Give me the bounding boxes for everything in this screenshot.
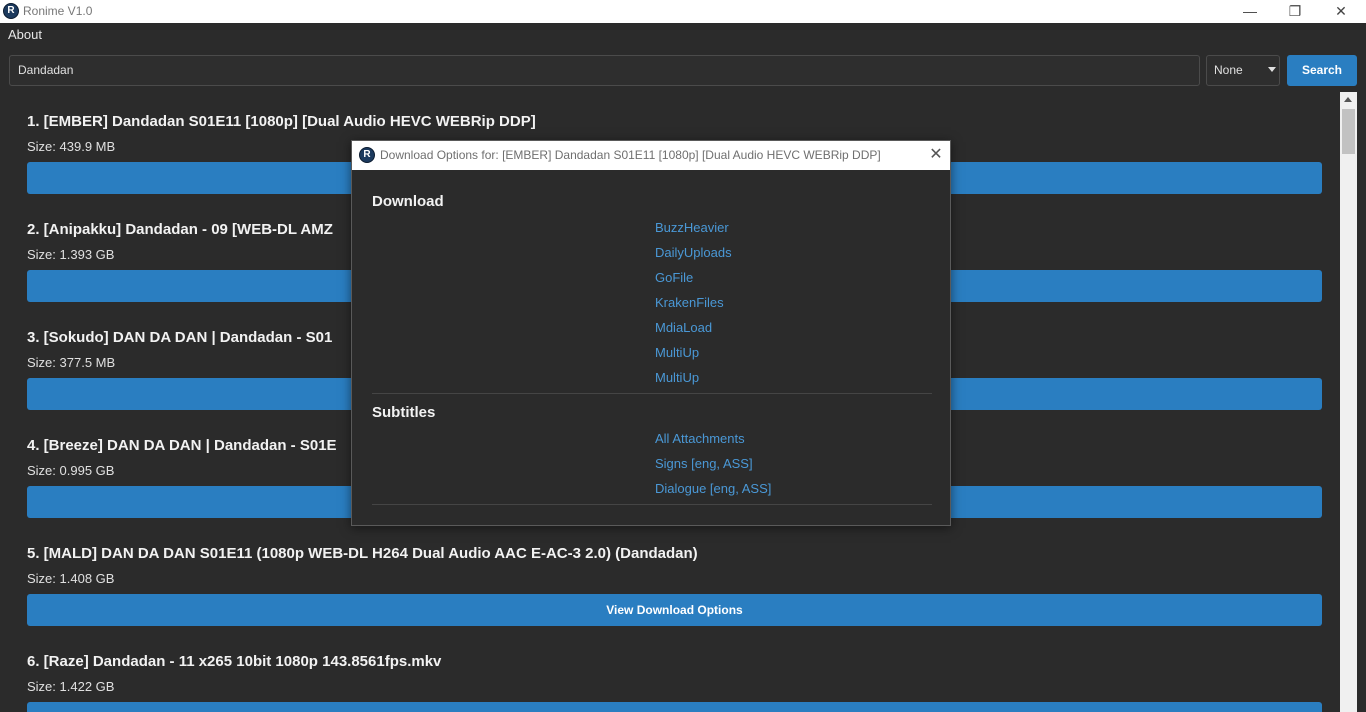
search-input[interactable]: Dandadan [9,55,1200,86]
download-link-krakenfiles[interactable]: KrakenFiles [655,295,724,310]
download-link-buzzheavier[interactable]: BuzzHeavier [655,220,729,235]
subtitle-link-all-attachments[interactable]: All Attachments [655,431,745,446]
menu-item-about[interactable]: About [8,27,42,42]
dialog-title-bar: R Download Options for: [EMBER] Dandadan… [352,141,950,170]
view-download-options-button[interactable] [27,702,1322,712]
view-download-options-button[interactable]: View Download Options [27,594,1322,626]
result-size: Size: 0.995 GB [27,463,115,478]
subtitle-link-signs[interactable]: Signs [eng, ASS] [655,456,753,471]
result-title: 5. [MALD] DAN DA DAN S01E11 (1080p WEB-D… [27,545,698,562]
result-title: 1. [EMBER] Dandadan S01E11 [1080p] [Dual… [27,113,536,130]
filter-select-value: None [1214,63,1243,77]
chevron-down-icon [1268,67,1276,72]
close-window-button[interactable]: ✕ [1318,0,1364,23]
minimize-button[interactable]: — [1227,0,1273,23]
download-link-mdiaload[interactable]: MdiaLoad [655,320,712,335]
search-button[interactable]: Search [1287,55,1357,86]
result-size: Size: 1.393 GB [27,247,115,262]
scroll-up-arrow-icon[interactable] [1344,97,1352,102]
section-divider [372,504,932,505]
download-link-multiup[interactable]: MultiUp [655,345,699,360]
download-options-dialog: R Download Options for: [EMBER] Dandadan… [351,140,951,526]
result-title: 2. [Anipakku] Dandadan - 09 [WEB-DL AMZ [27,221,333,238]
menu-bar: About [0,23,1366,45]
result-title: 6. [Raze] Dandadan - 11 x265 10bit 1080p… [27,653,442,670]
section-divider [372,393,932,394]
download-link-dailyuploads[interactable]: DailyUploads [655,245,732,260]
filter-select[interactable]: None [1206,55,1280,86]
dialog-title: Download Options for: [EMBER] Dandadan S… [380,148,881,162]
vertical-scrollbar[interactable] [1340,92,1357,712]
download-section-heading: Download [372,193,444,210]
subtitles-section-heading: Subtitles [372,404,436,421]
app-logo-icon: R [3,3,19,19]
app-title: Ronime V1.0 [23,4,93,18]
maximize-button[interactable]: ❐ [1272,0,1318,23]
result-size: Size: 1.408 GB [27,571,115,586]
subtitle-link-dialogue[interactable]: Dialogue [eng, ASS] [655,481,771,496]
scrollbar-thumb[interactable] [1342,109,1355,154]
download-link-multiup[interactable]: MultiUp [655,370,699,385]
window-title-bar: R Ronime V1.0 — ❐ ✕ [0,0,1366,23]
app-logo-icon: R [359,147,375,163]
download-link-gofile[interactable]: GoFile [655,270,693,285]
dialog-close-button[interactable]: ✕ [924,144,948,166]
result-title: 4. [Breeze] DAN DA DAN | Dandadan - S01E [27,437,337,454]
result-size: Size: 377.5 MB [27,355,116,370]
result-size: Size: 439.9 MB [27,139,116,154]
result-title: 3. [Sokudo] DAN DA DAN | Dandadan - S01 [27,329,333,346]
result-size: Size: 1.422 GB [27,679,115,694]
